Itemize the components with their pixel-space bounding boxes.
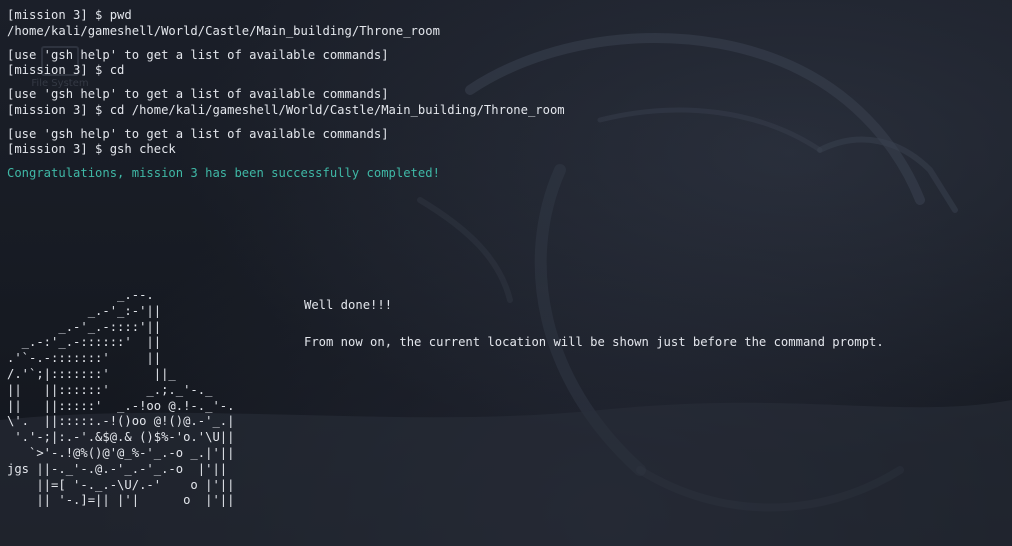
success-message: Congratulations, mission 3 has been succ… <box>7 166 440 180</box>
message-gap <box>304 314 884 335</box>
output-line: /home/kali/gameshell/World/Castle/Main_b… <box>7 23 440 38</box>
well-done-text: Well done!!! <box>304 298 393 312</box>
prompt-line: [mission 3] $ pwd <box>7 8 132 22</box>
ascii-art-text: _.--. _.-'_:-'|| _.-'_.-::::'|| _.-:'_.-… <box>7 288 235 508</box>
prompt-line: [mission 3] $ cd <box>7 63 125 77</box>
completion-message: Well done!!! From now on, the current lo… <box>304 298 884 350</box>
hint-line: [use 'gsh help' to get a list of availab… <box>7 87 389 101</box>
prompt-line: [mission 3] $ gsh check <box>7 142 176 156</box>
prompt-line: [mission 3] $ cd /home/kali/gameshell/Wo… <box>7 102 565 117</box>
hint-line: [use 'gsh help' to get a list of availab… <box>7 126 389 141</box>
location-hint-text: From now on, the current location will b… <box>304 334 884 349</box>
terminal-output: [mission 3] $ pwd /home/kali/gameshell/W… <box>7 8 1012 182</box>
castle-ascii-art: _.--. _.-'_:-'|| _.-'_.-::::'|| _.-:'_.-… <box>7 288 234 509</box>
hint-line: [use 'gsh help' to get a list of availab… <box>7 47 389 62</box>
terminal-window[interactable]: File System [mission 3] $ pwd /home/kali… <box>0 0 1012 546</box>
